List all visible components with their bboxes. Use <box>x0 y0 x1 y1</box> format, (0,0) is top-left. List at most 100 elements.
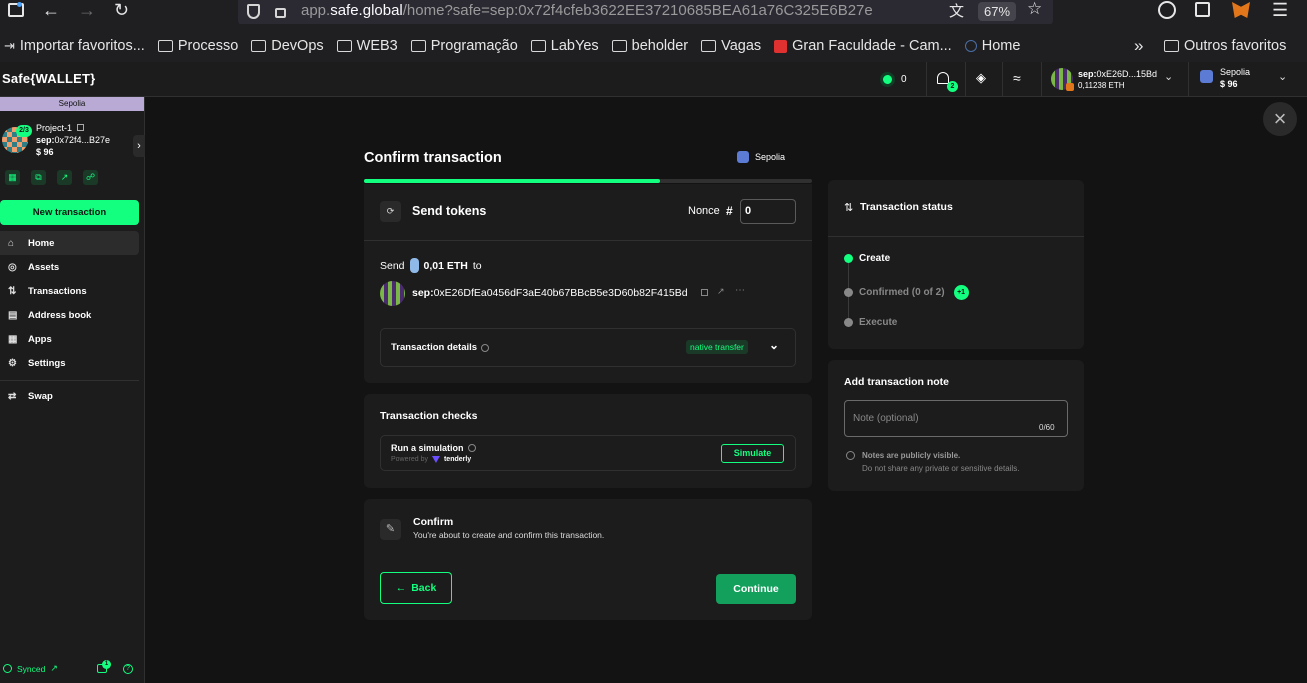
simulate-button[interactable]: Simulate <box>721 444 784 463</box>
nonce-input[interactable]: 0 <box>740 199 796 224</box>
divider <box>1188 62 1189 97</box>
sidebar-item-label: Assets <box>28 261 60 273</box>
close-modal-button[interactable]: × <box>1263 102 1297 136</box>
sepolia-logo-icon <box>737 151 749 163</box>
assets-icon: ◎ <box>8 261 17 273</box>
tree-icon[interactable]: ☍ <box>83 170 98 185</box>
back-arrow-icon[interactable]: ← <box>42 0 60 21</box>
other-bookmarks[interactable]: Outros favoritos <box>1164 38 1286 54</box>
network-selector[interactable]: Sepolia $ 96 ⌄ <box>1198 66 1298 92</box>
reload-icon[interactable]: ↻ <box>114 0 129 21</box>
bookmark-star-icon[interactable]: ☆ <box>1027 0 1042 19</box>
zoom-indicator[interactable]: 67% <box>978 2 1017 21</box>
safe-info[interactable]: 2/3 Project-1 sep:0x72f4...B27e $ 96 <box>0 121 144 161</box>
bookmark-item[interactable]: Vagas <box>701 38 761 54</box>
bookmark-label: Gran Faculdade - Cam... <box>792 38 952 54</box>
gran-icon <box>774 39 788 53</box>
divider <box>828 236 1084 237</box>
bookmark-label: Home <box>981 38 1021 54</box>
synced-icon <box>3 664 12 673</box>
step-execute: Execute <box>844 317 897 328</box>
divider <box>0 380 139 381</box>
chevron-down-icon[interactable]: ⌄ <box>1164 70 1173 83</box>
sidebar-item-assets[interactable]: ◎ Assets <box>0 255 139 279</box>
account-balance: 0,11238 ETH <box>1078 81 1125 90</box>
bookmark-label: beholder <box>631 38 689 54</box>
safe-wallet-logo[interactable]: Safe{WALLET} <box>2 71 95 86</box>
recipient-prefix: sep: <box>412 287 434 299</box>
bookmark-item[interactable]: Home <box>964 38 1021 54</box>
new-transaction-button[interactable]: New transaction <box>0 200 139 225</box>
details-label: Transaction details <box>391 342 478 353</box>
bookmark-item[interactable]: Gran Faculdade - Cam... <box>774 38 952 54</box>
sidebar-item-settings[interactable]: ⚙ Settings <box>0 351 139 375</box>
account-icon[interactable] <box>1158 1 1176 19</box>
more-options-icon[interactable]: ⋯ <box>735 285 745 296</box>
pending-tx-widget[interactable]: 0 <box>875 68 915 90</box>
bookmark-label: Vagas <box>721 38 762 54</box>
account-widget[interactable]: sep:0xE26D...15Bd 0,11238 ETH ⌄ <box>1050 66 1180 92</box>
walletconnect-icon[interactable]: ≈ <box>1013 70 1021 86</box>
transaction-note-card: Add transaction note Note (optional) 0/6… <box>828 360 1084 491</box>
globe-icon <box>964 40 977 52</box>
external-link-icon[interactable]: ↗ <box>717 286 725 297</box>
chevron-down-icon[interactable]: ⌄ <box>769 338 779 352</box>
menu-hamburger-icon[interactable]: ☰ <box>1272 0 1288 21</box>
toolbar-spacer <box>0 24 1307 34</box>
layers-icon[interactable]: ◈ <box>976 70 986 86</box>
metamask-fox-icon[interactable] <box>1232 2 1250 18</box>
back-label: Back <box>411 582 437 594</box>
qr-code-icon[interactable]: ▦ <box>5 170 20 185</box>
continue-button[interactable]: Continue <box>716 574 796 604</box>
note-input[interactable]: Note (optional) 0/60 <box>844 400 1068 437</box>
transaction-checks-card: Transaction checks Run a simulation Powe… <box>364 394 812 488</box>
translate-icon[interactable]: 文 <box>949 0 964 21</box>
bookmark-item[interactable]: LabYes <box>530 38 599 54</box>
swap-icon: ⇄ <box>8 390 17 402</box>
simulation-label: Run a simulation <box>391 443 464 453</box>
lock-icon[interactable] <box>275 8 286 18</box>
transaction-details-accordion[interactable]: Transaction details native transfer ⌄ <box>380 328 796 367</box>
sidebar-item-address-book[interactable]: ▤ Address book <box>0 303 139 327</box>
bookmark-item[interactable]: DevOps <box>251 38 324 54</box>
bookmark-label: DevOps <box>271 38 324 54</box>
sidebar-item-home[interactable]: ⌂ Home <box>0 231 139 255</box>
sidebar-item-transactions[interactable]: ⇅ Transactions <box>0 279 139 303</box>
app-header: Safe{WALLET} 0 2 ◈ ≈ sep:0xE26D...15Bd 0… <box>0 62 1307 97</box>
chevron-more-icon[interactable]: » <box>1134 36 1143 56</box>
bookmark-item[interactable]: ⇥ Importar favoritos... <box>4 38 145 54</box>
synced-status[interactable]: Synced ↗ <box>3 663 58 674</box>
step-create: Create <box>844 253 890 264</box>
url-text[interactable]: app.safe.global/home?safe=sep:0x72f4cfeb… <box>301 2 873 19</box>
step-label: Confirmed (0 of 2) <box>859 287 945 298</box>
shield-icon[interactable] <box>247 4 260 19</box>
help-icon[interactable]: ? <box>123 664 133 674</box>
account-address: 0xE26D...15Bd <box>1096 69 1158 79</box>
sidebar-item-apps[interactable]: ▦ Apps <box>0 327 139 351</box>
folder-icon <box>251 40 267 52</box>
bookmark-item[interactable]: beholder <box>611 38 689 54</box>
expand-safe-button[interactable]: › <box>133 135 145 157</box>
address-bar[interactable]: app.safe.global/home?safe=sep:0x72f4cfeb… <box>238 0 1053 26</box>
bookmark-item[interactable]: Processo <box>157 38 238 54</box>
back-button[interactable]: ← Back <box>380 572 452 604</box>
copy-icon[interactable] <box>701 289 708 296</box>
sidebar-item-swap[interactable]: ⇄ Swap <box>0 384 139 408</box>
bookmark-item[interactable]: WEB3 <box>336 38 398 54</box>
chevron-down-icon[interactable]: ⌄ <box>1278 70 1287 83</box>
progress-track <box>364 179 812 183</box>
info-icon <box>846 451 855 460</box>
extensions-icon[interactable] <box>1195 2 1210 17</box>
bookmark-item[interactable]: Programação <box>410 38 518 54</box>
tenderly-label: tenderly <box>443 456 472 463</box>
recipient-address[interactable]: sep:0xE26DfEa0456dF3aE40b67BBcB5e3D60b82… <box>412 287 688 299</box>
folder-icon <box>611 40 627 52</box>
external-link-icon[interactable]: ↗ <box>57 170 72 185</box>
bookmark-label: Programação <box>430 38 518 54</box>
copy-icon[interactable] <box>76 124 84 131</box>
send-amount: 0,01 ETH <box>423 259 468 272</box>
forward-arrow-icon[interactable]: → <box>78 0 96 21</box>
sidebar: Sepolia 2/3 Project-1 sep:0x72f4...B27e … <box>0 97 145 683</box>
copy-address-icon[interactable]: ⧉ <box>31 170 46 185</box>
external-link-icon: ↗ <box>50 663 58 673</box>
